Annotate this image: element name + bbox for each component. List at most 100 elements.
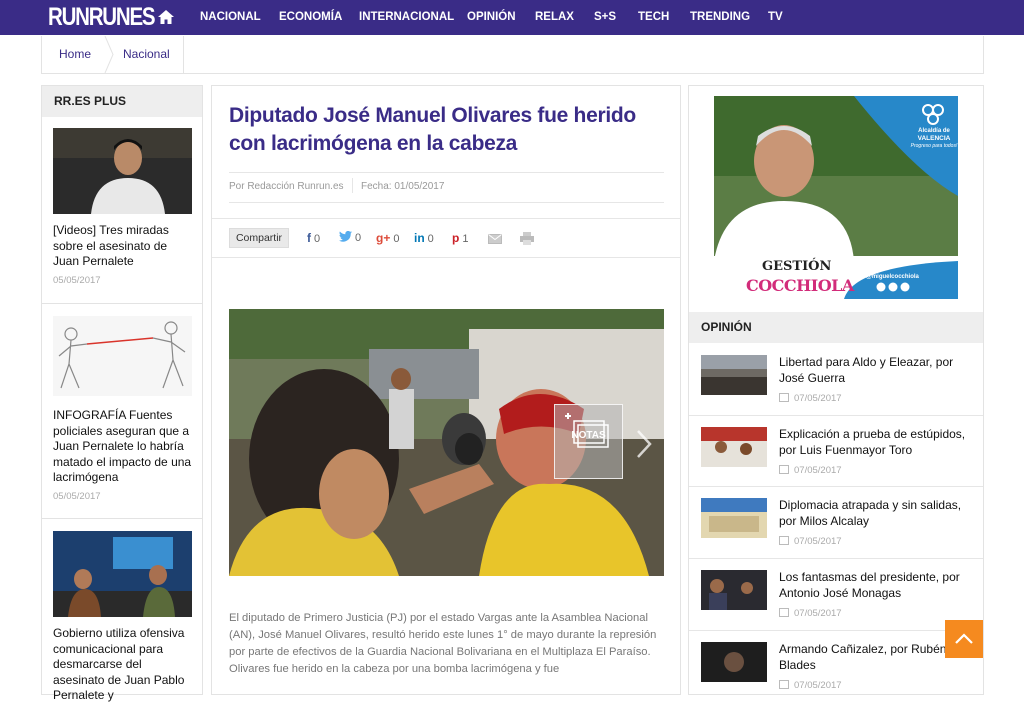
opinion-item-date: 07/05/2017 <box>779 465 842 476</box>
article: Diputado José Manuel Olivares fue herido… <box>211 85 681 695</box>
advertisement-banner[interactable]: Alcaldía de VALENCIA Progreso para todos… <box>714 96 958 299</box>
item-title[interactable]: INFOGRAFÍA Fuentes policiales aseguran q… <box>53 408 195 486</box>
facebook-count: 0 <box>314 233 321 245</box>
pinterest-count: 1 <box>462 233 469 245</box>
article-author[interactable]: Por Redacción Runrun.es <box>229 181 344 192</box>
divider <box>42 303 202 304</box>
chevron-right-icon[interactable] <box>634 429 654 459</box>
opinion-title: OPINIÓN <box>689 312 983 343</box>
divider <box>42 518 202 519</box>
date-text: 07/05/2017 <box>794 536 842 547</box>
notas-label: NOTAS <box>571 430 606 441</box>
share-button[interactable]: Compartir <box>229 228 289 248</box>
nav-item-trending[interactable]: TRENDING <box>690 0 750 35</box>
date-text: 07/05/2017 <box>794 680 842 691</box>
divider <box>229 202 664 203</box>
facebook-icon: f <box>307 231 311 245</box>
twitter-count: 0 <box>355 232 362 244</box>
opinion-item[interactable]: Libertad para Aldo y Eleazar, por José G… <box>689 343 983 414</box>
meta-separator <box>352 178 353 193</box>
article-date: Fecha: 01/05/2017 <box>361 181 445 192</box>
site-logo[interactable]: RUNRUNES <box>48 3 156 32</box>
article-body: El diputado de Primero Justicia (PJ) por… <box>229 612 657 675</box>
nav-item-s-s[interactable]: S+S <box>594 0 616 35</box>
ad-name-label: COCCHIOLA <box>746 276 854 295</box>
opinion-item[interactable]: Los fantasmas del presidente, por Antoni… <box>689 558 983 629</box>
nav-item-economia[interactable]: ECONOMÍA <box>279 0 342 35</box>
opinion-item-date: 07/05/2017 <box>779 680 842 691</box>
article-photo[interactable]: NOTAS <box>229 309 664 576</box>
print-icon[interactable] <box>520 232 534 245</box>
pinterest-icon: p <box>452 231 460 245</box>
item-thumbnail[interactable] <box>53 128 192 214</box>
linkedin-icon: in <box>414 231 425 245</box>
home-icon[interactable] <box>157 9 175 25</box>
item-thumbnail[interactable] <box>53 316 192 396</box>
opinion-item-title[interactable]: Explicación a prueba de estúpidos, por L… <box>779 427 974 458</box>
opinion-item[interactable]: Armando Cañizalez, por Rubén Blades 07/0… <box>689 630 983 701</box>
divider <box>229 172 664 173</box>
ad-brand-top: Alcaldía de <box>918 128 950 134</box>
item-title[interactable]: Gobierno utiliza ofensiva comunicacional… <box>53 626 195 704</box>
divider <box>212 218 680 219</box>
calendar-icon <box>779 536 789 545</box>
date-text: 07/05/2017 <box>794 608 842 619</box>
opinion-item[interactable]: Diplomacia atrapada y sin salidas, por M… <box>689 486 983 557</box>
ad-handle: @miguelcocchiola <box>866 274 919 280</box>
item-title[interactable]: [Videos] Tres miradas sobre el asesinato… <box>53 223 195 270</box>
opinion-item-title[interactable]: Libertad para Aldo y Eleazar, por José G… <box>779 355 974 386</box>
pinterest-share[interactable]: p1 <box>452 231 468 245</box>
googleplus-count: 0 <box>393 233 400 245</box>
rr-plus-title: RR.ES PLUS <box>42 86 202 117</box>
breadcrumb-end-divider <box>183 36 184 73</box>
breadcrumb-home[interactable]: Home <box>59 36 91 73</box>
gear-logo-icon <box>922 104 944 125</box>
breadcrumb-section[interactable]: Nacional <box>123 36 170 73</box>
opinion-item-date: 07/05/2017 <box>779 536 842 547</box>
ad-brand-city: VALENCIA <box>917 135 951 142</box>
opinion-thumbnail[interactable] <box>701 570 767 610</box>
opinion-item-date: 07/05/2017 <box>779 608 842 619</box>
right-sidebar: Alcaldía de VALENCIA Progreso para todos… <box>688 85 984 695</box>
item-date: 05/05/2017 <box>53 275 101 286</box>
breadcrumb-separator <box>104 36 114 73</box>
facebook-share[interactable]: f0 <box>307 231 320 245</box>
nav-item-internacional[interactable]: INTERNACIONAL <box>359 0 454 35</box>
opinion-item-date: 07/05/2017 <box>779 393 842 404</box>
article-title: Diputado José Manuel Olivares fue herido… <box>229 104 636 155</box>
opinion-thumbnail[interactable] <box>701 642 767 682</box>
calendar-icon <box>779 608 789 617</box>
calendar-icon <box>779 393 789 402</box>
item-date: 05/05/2017 <box>53 491 101 502</box>
linkedin-share[interactable]: in 0 <box>414 231 434 245</box>
nav-item-tech[interactable]: TECH <box>638 0 669 35</box>
opinion-item-title[interactable]: Diplomacia atrapada y sin salidas, por M… <box>779 498 974 529</box>
notas-overlay-button[interactable]: NOTAS <box>554 404 623 479</box>
googleplus-share[interactable]: g+ 0 <box>376 231 399 245</box>
ad-image <box>714 96 958 299</box>
nav-item-opinion[interactable]: OPINIÓN <box>467 0 516 35</box>
breadcrumb: Home Nacional <box>41 36 984 74</box>
nav-item-nacional[interactable]: NACIONAL <box>200 0 261 35</box>
linkedin-count: 0 <box>427 233 434 245</box>
date-text: 07/05/2017 <box>794 465 842 476</box>
twitter-share[interactable]: 0 <box>339 230 362 244</box>
ad-social-icons <box>876 282 910 292</box>
opinion-thumbnail[interactable] <box>701 427 767 467</box>
nav-item-tv[interactable]: TV <box>768 0 783 35</box>
divider <box>212 257 680 258</box>
date-text: 07/05/2017 <box>794 393 842 404</box>
chevron-up-icon <box>955 633 973 644</box>
item-thumbnail[interactable] <box>53 531 192 617</box>
opinion-item[interactable]: Explicación a prueba de estúpidos, por L… <box>689 415 983 486</box>
nav-item-relax[interactable]: RELAX <box>535 0 574 35</box>
googleplus-icon: g+ <box>376 231 391 245</box>
calendar-icon <box>779 465 789 474</box>
ad-brand-tagline: Progreso para todos! <box>910 143 958 149</box>
email-icon[interactable] <box>488 234 502 244</box>
opinion-thumbnail[interactable] <box>701 355 767 395</box>
ad-gestion-label: GESTIÓN <box>762 259 832 274</box>
opinion-item-title[interactable]: Los fantasmas del presidente, por Antoni… <box>779 570 974 601</box>
back-to-top-button[interactable] <box>945 620 983 658</box>
opinion-thumbnail[interactable] <box>701 498 767 538</box>
